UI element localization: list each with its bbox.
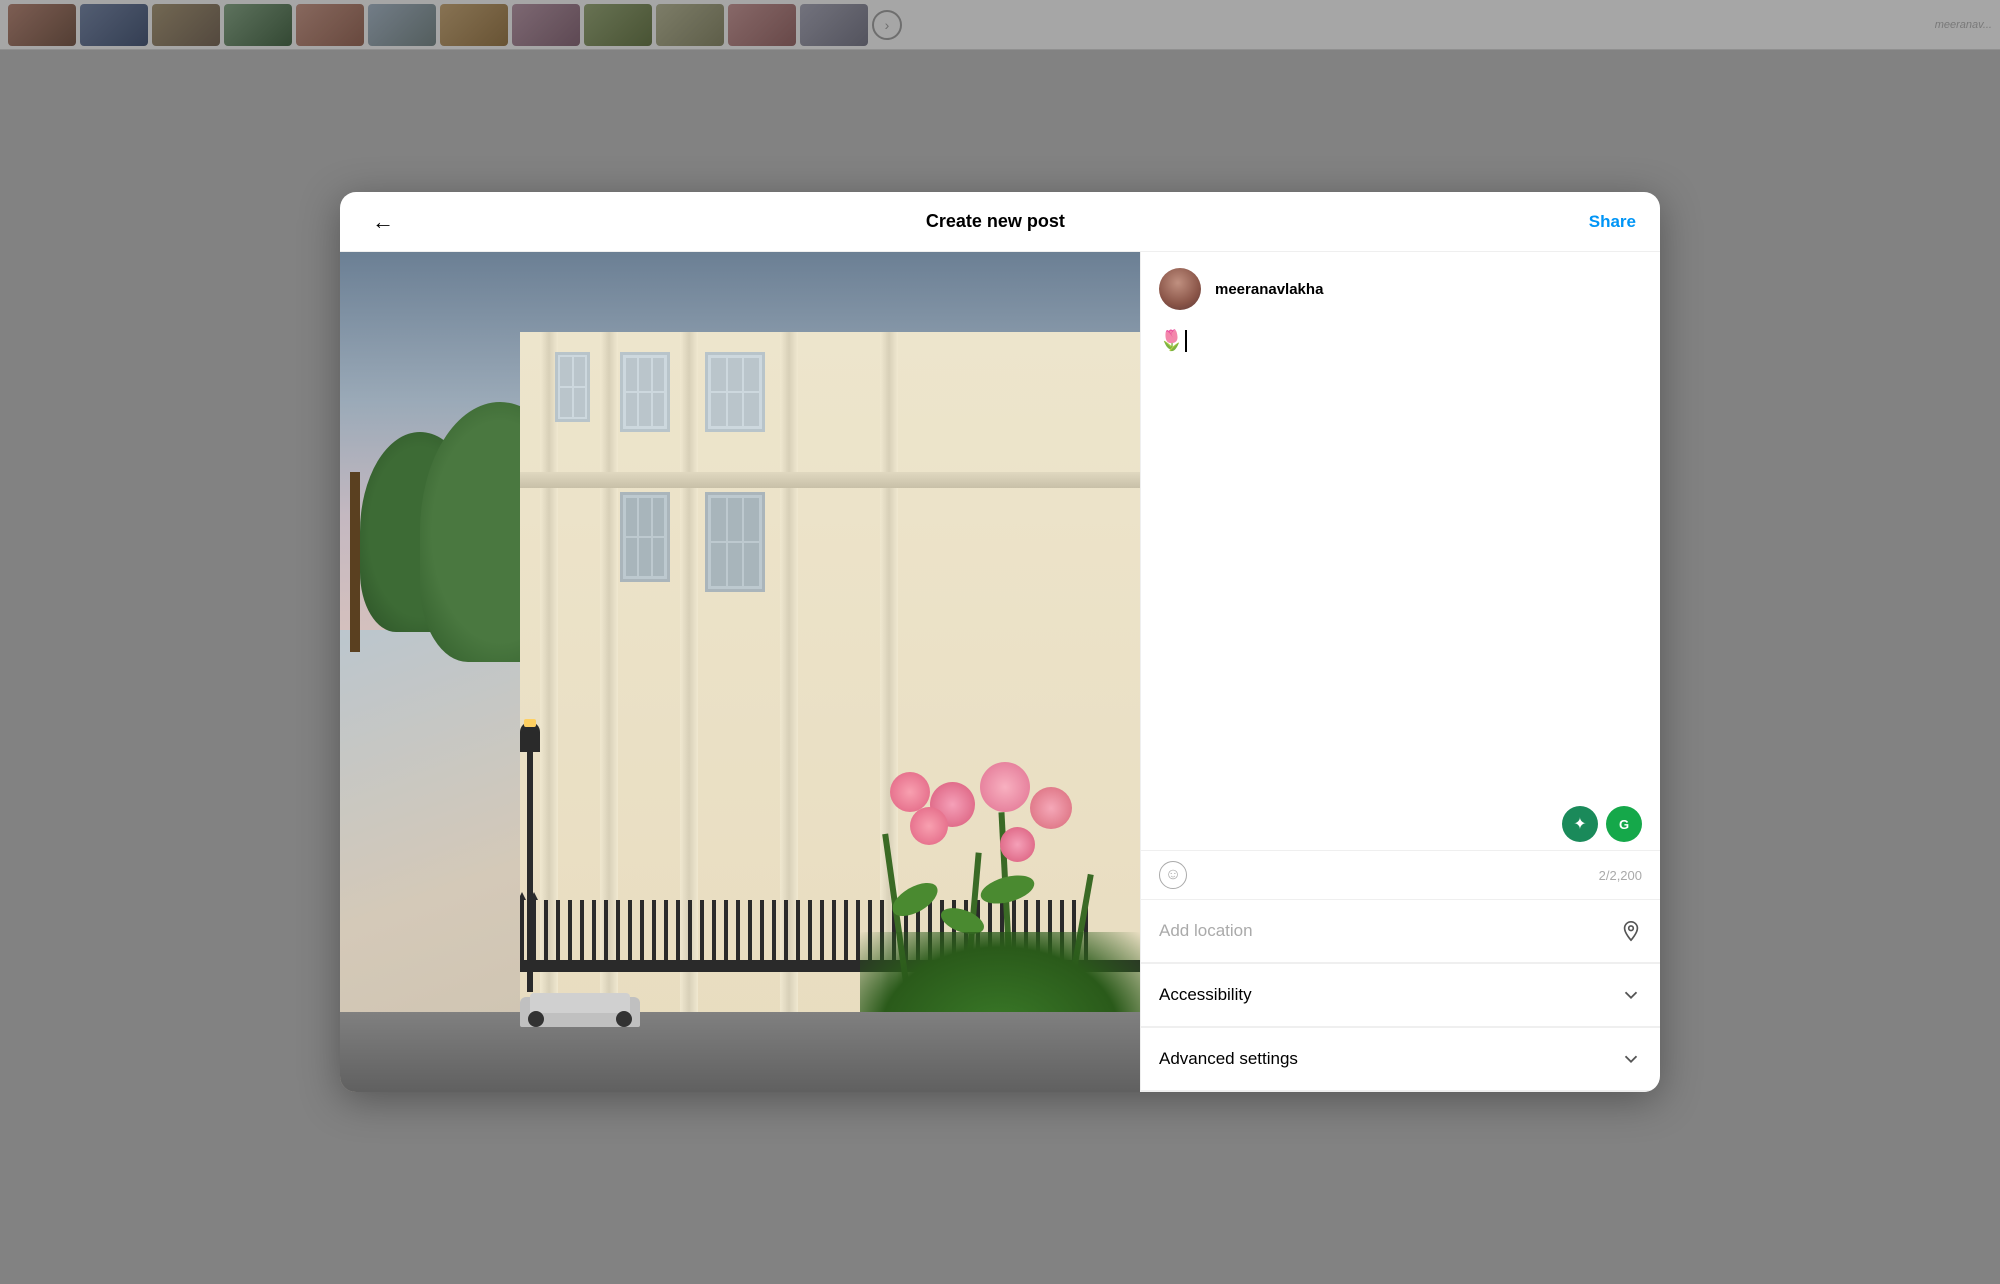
add-location-right [1620, 920, 1642, 942]
user-section: meeranavlakha [1141, 252, 1660, 326]
caption-area: 🌷 [1141, 326, 1660, 798]
window-top-2 [620, 352, 670, 432]
chevron-down-icon-2 [1620, 1048, 1642, 1070]
modal-title: Create new post [926, 211, 1065, 232]
column-4 [780, 332, 798, 1092]
grammarly-icon: G [1619, 817, 1629, 832]
building-facade [520, 332, 1140, 1092]
window-top-1 [555, 352, 590, 422]
caption-emoji: 🌷 [1159, 326, 1184, 356]
text-cursor [1185, 330, 1187, 352]
location-pin-icon [1620, 920, 1642, 942]
accessibility-item[interactable]: Accessibility [1141, 964, 1660, 1027]
tree-trunk-left [350, 472, 360, 652]
share-button[interactable]: Share [1589, 212, 1636, 232]
window-mid-1 [620, 492, 670, 582]
modal-overlay: ← Create new post Share [0, 0, 2000, 1284]
advanced-settings-item[interactable]: Advanced settings [1141, 1028, 1660, 1091]
back-arrow-icon: ← [372, 209, 394, 235]
ai-assist-button[interactable]: ✦ [1562, 806, 1598, 842]
emoji-picker-button[interactable]: ☺ [1159, 861, 1187, 889]
street-lamp [520, 712, 540, 992]
char-count-label: 2/2,200 [1599, 868, 1642, 883]
modal-header: ← Create new post Share [340, 192, 1660, 252]
advanced-settings-label: Advanced settings [1159, 1049, 1298, 1069]
car [520, 987, 640, 1037]
advanced-settings-right [1620, 1048, 1642, 1070]
chevron-down-icon [1620, 984, 1642, 1006]
right-panel: meeranavlakha 🌷 ✦ G [1140, 252, 1660, 1092]
window-top-3 [705, 352, 765, 432]
accessibility-label: Accessibility [1159, 985, 1252, 1005]
username-label: meeranavlakha [1215, 281, 1323, 298]
column-1 [540, 332, 558, 1092]
ai-star-icon: ✦ [1573, 814, 1586, 834]
modal-body: meeranavlakha 🌷 ✦ G [340, 252, 1660, 1092]
divider-4 [1141, 1091, 1660, 1092]
ai-tools-row: ✦ G [1141, 798, 1660, 850]
column-3 [680, 332, 698, 1092]
back-button[interactable]: ← [364, 201, 402, 243]
avatar [1159, 268, 1201, 310]
grammarly-button[interactable]: G [1606, 806, 1642, 842]
create-post-modal: ← Create new post Share [340, 192, 1660, 1092]
add-location-label: Add location [1159, 921, 1253, 941]
cornice [520, 472, 1140, 488]
add-location-item[interactable]: Add location [1141, 900, 1660, 963]
post-image [340, 252, 1140, 1092]
caption-toolbar: ☺ 2/2,200 [1141, 850, 1660, 899]
accessibility-right [1620, 984, 1642, 1006]
road [340, 1012, 1140, 1092]
emoji-smiley-icon: ☺ [1165, 866, 1181, 884]
flowers [860, 752, 1140, 1032]
window-mid-2 [705, 492, 765, 592]
caption-emoji-line: 🌷 [1159, 326, 1642, 356]
avatar-image [1159, 268, 1201, 310]
column-2 [600, 332, 618, 1092]
post-image-panel [340, 252, 1140, 1092]
